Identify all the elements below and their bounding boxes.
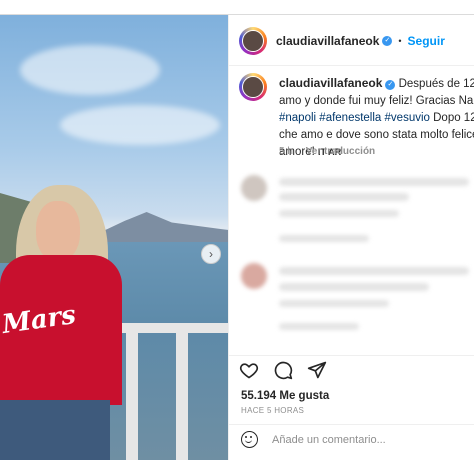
blurred-comment bbox=[279, 323, 359, 330]
jeans bbox=[0, 400, 110, 460]
cloud bbox=[20, 45, 160, 95]
header-divider bbox=[229, 65, 474, 66]
avatar[interactable] bbox=[239, 27, 267, 55]
hashtag-link[interactable]: #vesuvio bbox=[385, 112, 430, 124]
comment-icon[interactable] bbox=[273, 360, 293, 380]
blurred-comment bbox=[279, 210, 399, 217]
caption-meta: 5 h Ver traducción bbox=[279, 146, 375, 157]
post-photo[interactable]: Mars › bbox=[0, 15, 228, 460]
comment-box: Añade un comentario... bbox=[241, 431, 386, 448]
caption-avatar[interactable] bbox=[239, 73, 267, 101]
like-count[interactable]: 55.194 Me gusta bbox=[241, 390, 329, 402]
blurred-comment bbox=[279, 267, 469, 275]
dot-separator: • bbox=[398, 36, 402, 46]
blurred-comment bbox=[279, 300, 389, 307]
caption-age: 5 h bbox=[279, 146, 293, 157]
caption-username[interactable]: claudiavillafaneok bbox=[279, 76, 382, 90]
share-icon[interactable] bbox=[307, 360, 327, 380]
comment-avatar bbox=[241, 175, 267, 201]
comment-divider bbox=[229, 424, 474, 425]
action-bar bbox=[239, 360, 327, 380]
chevron-right-icon: › bbox=[209, 247, 213, 261]
actions-divider bbox=[229, 355, 474, 356]
blurred-comment bbox=[279, 178, 469, 186]
railing-top bbox=[122, 323, 228, 333]
blurred-comment bbox=[279, 193, 409, 201]
caption-line: Después de 12 años bbox=[398, 78, 474, 90]
comment-avatar bbox=[241, 263, 267, 289]
caption-line: Dopo 12 anni bbox=[433, 112, 474, 124]
caption-line: amo y donde fui muy feliz! Gracias Napol… bbox=[279, 95, 474, 107]
follow-button[interactable]: Seguir bbox=[408, 34, 445, 48]
woman-face bbox=[36, 201, 80, 261]
next-photo-button[interactable]: › bbox=[201, 244, 221, 264]
caption-line: che amo e dove sono stata molto felice! … bbox=[279, 129, 474, 141]
translate-link[interactable]: Ver traducción bbox=[306, 146, 375, 157]
hashtag-link[interactable]: #napoli bbox=[279, 112, 316, 124]
post-header: claudiavillafaneok ✓ • Seguir bbox=[239, 25, 445, 57]
blurred-comment bbox=[279, 235, 369, 242]
railing-post bbox=[176, 333, 188, 460]
comment-input[interactable]: Añade un comentario... bbox=[272, 434, 386, 446]
verified-icon: ✓ bbox=[385, 80, 396, 90]
instagram-post-frame: Mars › claudiavillafaneok ✓ • Seguir cla… bbox=[0, 0, 474, 474]
bottom-margin bbox=[0, 460, 474, 474]
blurred-comment bbox=[279, 283, 429, 291]
post-timestamp: HACE 5 HORAS bbox=[241, 406, 305, 415]
post-side-panel: claudiavillafaneok ✓ • Seguir claudiavil… bbox=[228, 15, 474, 460]
verified-icon: ✓ bbox=[382, 36, 393, 46]
emoji-icon[interactable] bbox=[241, 431, 258, 448]
railing-post bbox=[126, 333, 138, 460]
heart-icon[interactable] bbox=[239, 360, 259, 380]
hashtag-link[interactable]: #afenestella bbox=[319, 112, 381, 124]
header-username[interactable]: claudiavillafaneok bbox=[276, 34, 379, 48]
cloud bbox=[60, 105, 220, 145]
